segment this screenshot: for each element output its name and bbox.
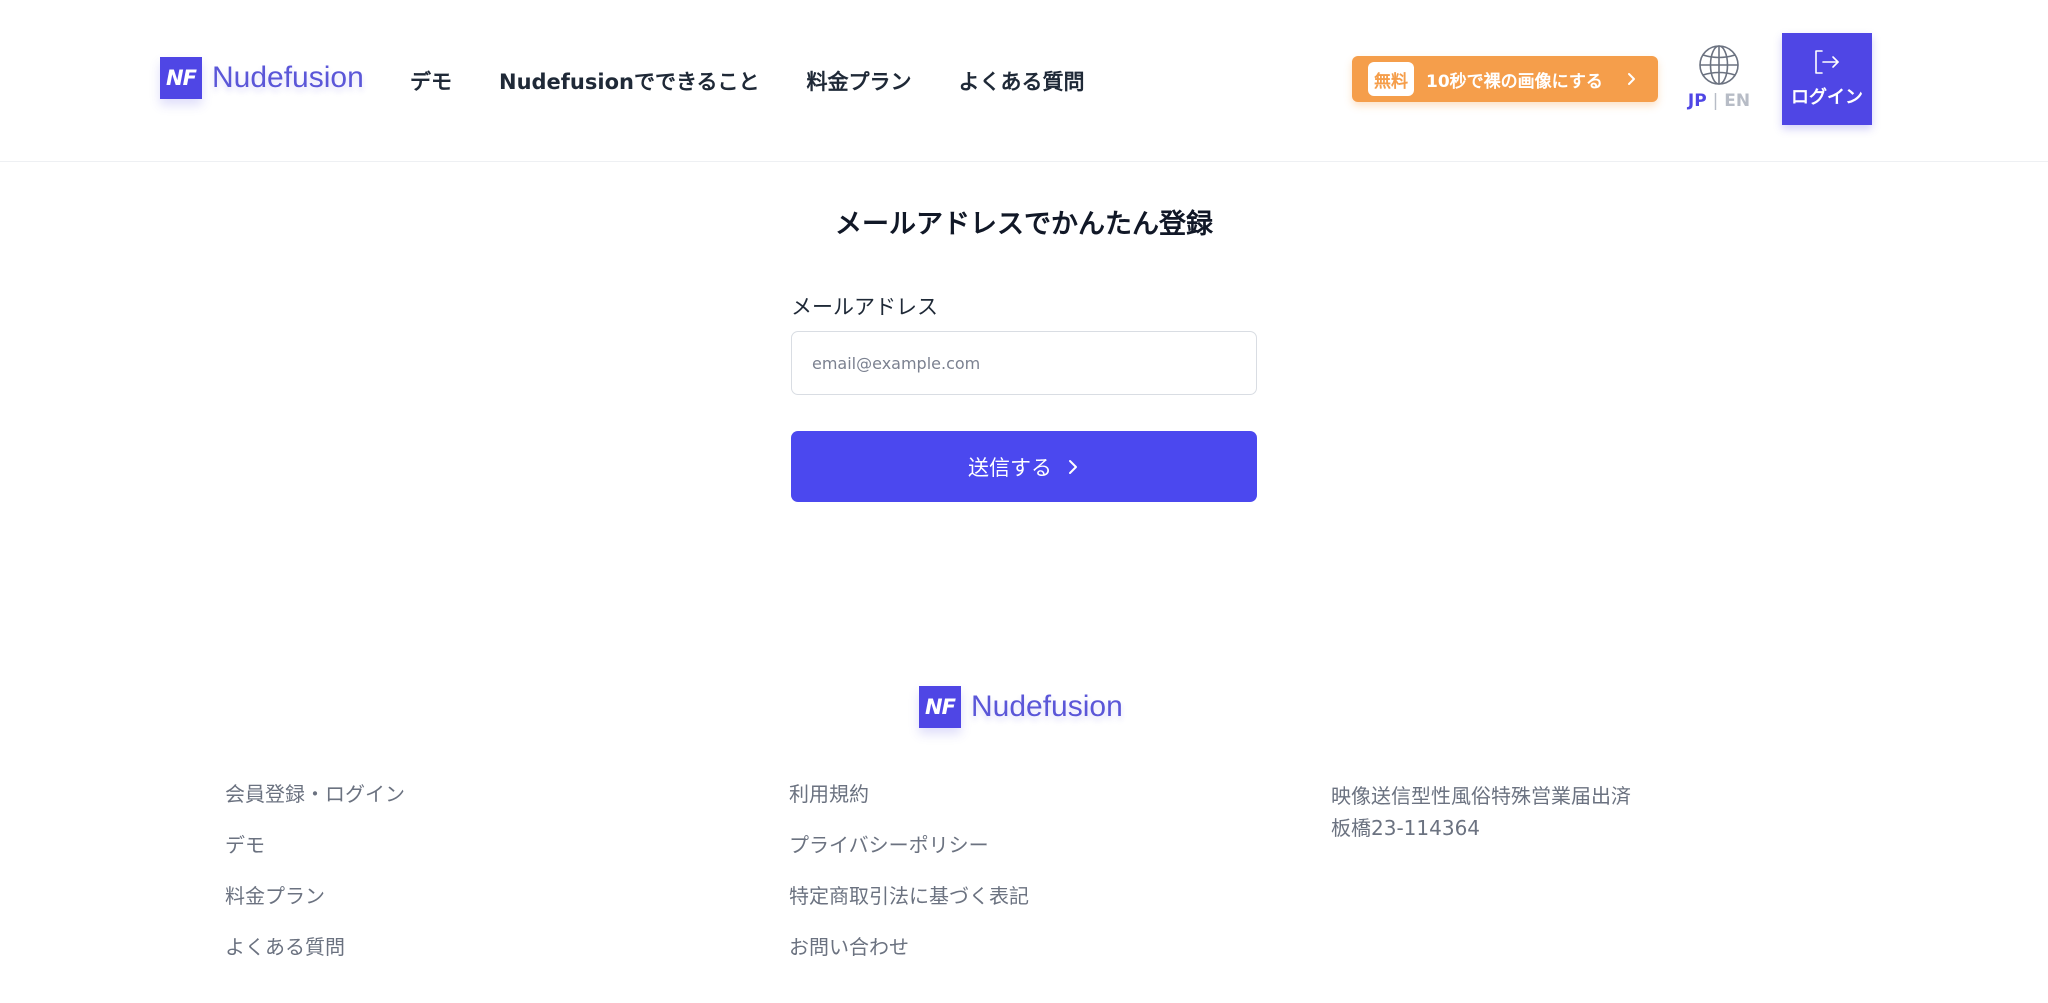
email-input[interactable] (791, 331, 1257, 395)
footer-column-legal: 利用規約 プライバシーポリシー 特定商取引法に基づく表記 お問い合わせ (789, 780, 1029, 984)
lang-separator: | (1712, 91, 1719, 111)
footer-link-contact[interactable]: お問い合わせ (789, 933, 1029, 984)
logo-text: Nudefusion (212, 61, 364, 94)
email-label: メールアドレス (791, 295, 938, 319)
main-nav: デモ Nudefusionでできること 料金プラン よくある質問 (410, 66, 1085, 96)
cta-label: 10秒で裸の画像にする (1426, 71, 1603, 92)
nav-item-pricing[interactable]: 料金プラン (807, 66, 912, 96)
footer-link-terms[interactable]: 利用規約 (789, 780, 1029, 831)
footer-link-pricing[interactable]: 料金プラン (225, 882, 405, 933)
login-button[interactable]: ログイン (1782, 33, 1872, 125)
header-logo[interactable]: NF Nudefusion (160, 57, 364, 99)
lang-en[interactable]: EN (1724, 91, 1750, 111)
chevron-right-icon (1069, 459, 1077, 474)
language-switcher: JP | EN (1687, 44, 1751, 116)
logo-text: Nudefusion (971, 690, 1123, 723)
footer-link-privacy[interactable]: プライバシーポリシー (789, 831, 1029, 882)
free-badge: 無料 (1368, 62, 1414, 96)
language-options: JP | EN (1687, 91, 1751, 111)
login-label: ログイン (1791, 87, 1863, 108)
footer-link-commercial-law[interactable]: 特定商取引法に基づく表記 (789, 882, 1029, 933)
footer-license-info: 映像送信型性風俗特殊営業届出済 板橋23-114364 (1331, 780, 1631, 844)
lang-jp[interactable]: JP (1688, 91, 1707, 111)
license-line-2: 板橋23-114364 (1331, 816, 1481, 840)
footer-link-signup-login[interactable]: 会員登録・ログイン (225, 780, 405, 831)
nav-item-features[interactable]: Nudefusionでできること (499, 66, 760, 96)
page: NF Nudefusion デモ Nudefusionでできること 料金プラン … (0, 0, 2048, 1003)
form-title: メールアドレスでかんたん登録 (835, 209, 1213, 240)
free-trial-cta-button[interactable]: 無料 10秒で裸の画像にする (1352, 56, 1658, 102)
footer-logo[interactable]: NF Nudefusion (919, 686, 1123, 728)
site-header: NF Nudefusion デモ Nudefusionでできること 料金プラン … (0, 0, 2048, 162)
license-line-1: 映像送信型性風俗特殊営業届出済 (1331, 784, 1631, 808)
footer-link-demo[interactable]: デモ (225, 831, 405, 882)
nav-item-faq[interactable]: よくある質問 (959, 66, 1085, 96)
footer-link-faq[interactable]: よくある質問 (225, 933, 405, 984)
globe-icon[interactable] (1698, 44, 1740, 86)
logo-mark: NF (919, 686, 961, 728)
chevron-right-icon (1628, 73, 1635, 85)
login-icon (1815, 50, 1839, 74)
footer-column-main: 会員登録・ログイン デモ 料金プラン よくある質問 (225, 780, 405, 984)
submit-label: 送信する (968, 455, 1052, 480)
submit-button[interactable]: 送信する (791, 431, 1257, 502)
logo-mark: NF (160, 57, 202, 99)
nav-item-demo[interactable]: デモ (410, 66, 452, 96)
